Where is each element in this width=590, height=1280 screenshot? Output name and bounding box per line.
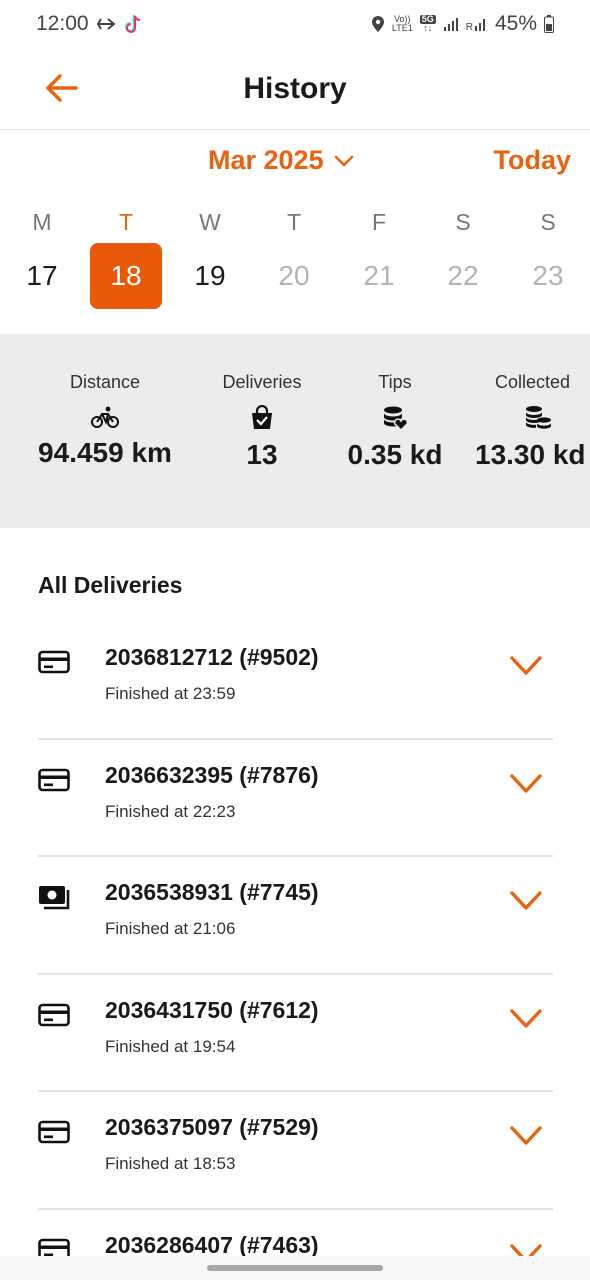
location-icon <box>371 16 384 32</box>
month-selector[interactable]: Mar 2025 <box>208 145 354 176</box>
finished-time: Finished at 18:53 <box>105 1154 236 1174</box>
chevron-down-icon[interactable] <box>509 654 543 678</box>
date-cell-disabled: 23 <box>532 260 564 291</box>
weekday-label: S <box>540 209 556 235</box>
card-icon <box>38 650 70 674</box>
gesture-handle[interactable] <box>207 1265 383 1271</box>
chevron-down-icon[interactable] <box>509 1007 543 1031</box>
weekday-label: T <box>286 209 302 235</box>
date-cell-disabled: 21 <box>363 260 395 291</box>
app-header: History <box>0 48 590 130</box>
section-title: All Deliveries <box>38 572 183 598</box>
cash-icon <box>39 886 70 910</box>
order-id: 2036375097 (#7529) <box>105 1114 319 1141</box>
order-id: 2036812712 (#9502) <box>105 644 319 670</box>
chevron-down-icon[interactable] <box>509 1124 543 1148</box>
delivery-item[interactable]: 2036632395 (#7876) Finished at 22:23 <box>38 740 553 858</box>
chevron-down-icon[interactable] <box>509 772 543 796</box>
delivery-item[interactable]: 2036431750 (#7612) Finished at 19:54 <box>38 975 553 1093</box>
date-row: 17 18 19 20 21 22 23 <box>0 243 590 309</box>
stat-label: Tips <box>378 372 412 392</box>
finished-time: Finished at 21:06 <box>105 919 236 939</box>
order-id: 2036538931 (#7745) <box>105 879 319 906</box>
status-right: Vo)) LTE1 5G ↑↓ R 45% <box>371 12 554 36</box>
month-row: Mar 2025 Today <box>0 145 590 185</box>
month-label: Mar 2025 <box>208 145 324 175</box>
volte-icon: Vo)) LTE1 <box>391 14 413 33</box>
card-icon <box>38 1121 70 1144</box>
stat-value: 0.35 kd <box>347 439 443 470</box>
chevron-down-icon <box>334 155 353 167</box>
gesture-nav-area <box>0 1256 590 1280</box>
order-id: 2036286407 (#7463) <box>105 1231 319 1258</box>
date-cell-disabled: 22 <box>447 260 479 291</box>
coins-heart-icon <box>384 406 409 431</box>
finished-time: Finished at 23:59 <box>105 684 236 703</box>
finished-time: Finished at 22:23 <box>105 801 236 821</box>
finished-time: Finished at 19:54 <box>105 1036 236 1056</box>
order-id: 2036632395 (#7876) <box>105 761 319 788</box>
signal-icon <box>443 18 458 31</box>
chevron-down-icon[interactable] <box>509 889 543 913</box>
delivery-item[interactable]: 2036375097 (#7529) Finished at 18:53 <box>38 1092 553 1210</box>
arrow-left-icon <box>46 74 78 102</box>
delivery-item[interactable]: 2036538931 (#7745) Finished at 21:06 <box>38 857 553 975</box>
stat-label: Distance <box>69 372 141 392</box>
battery-percent: 45% <box>494 12 537 35</box>
date-cell[interactable]: 17 <box>6 243 78 309</box>
card-icon <box>38 1003 70 1027</box>
weekday-label: S <box>455 209 471 235</box>
delivery-list: 2036812712 (#9502) Finished at 23:59 203… <box>38 622 553 1280</box>
card-icon <box>38 768 70 791</box>
date-cell-disabled: 20 <box>278 260 310 291</box>
status-left: 12:00 <box>36 12 141 36</box>
stat-tips: Tips 0.35 kd <box>334 372 456 471</box>
today-button[interactable]: Today <box>493 145 571 176</box>
stat-deliveries: Deliveries 13 <box>202 372 322 471</box>
stat-value: 13.30 kd <box>475 439 586 470</box>
weekday-label: T <box>118 209 134 235</box>
battery-icon <box>544 15 554 33</box>
bicycle-icon <box>91 406 119 428</box>
stat-label: Deliveries <box>222 372 302 392</box>
status-bar: 12:00 Vo)) LTE1 5G ↑↓ R 45% <box>0 0 590 48</box>
stat-distance: Distance 94.459 km <box>20 372 190 469</box>
weekday-label: M <box>32 209 52 235</box>
direction-arrow-icon <box>96 18 116 30</box>
stat-value: 94.459 km <box>38 437 172 468</box>
stat-label: Collected <box>495 372 571 392</box>
tiktok-icon <box>124 15 140 33</box>
week-calendar: Mar 2025 Today M T W T F S S 17 18 19 20… <box>0 131 590 334</box>
weekday-label: W <box>199 209 221 235</box>
weekday-label: F <box>371 209 387 235</box>
roaming-signal-icon: R <box>466 16 488 33</box>
order-id: 2036431750 (#7612) <box>105 996 319 1023</box>
stats-summary: Distance 94.459 km Deliveries 13 Tips 0.… <box>0 334 590 528</box>
weekday-row: M T W T F S S <box>0 205 590 245</box>
page-title: History <box>243 71 347 105</box>
date-cell-selected[interactable]: 18 <box>90 243 162 309</box>
date-cell[interactable]: 19 <box>174 243 246 309</box>
clock: 12:00 <box>36 12 89 35</box>
delivery-item[interactable]: 2036812712 (#9502) Finished at 23:59 <box>38 622 553 740</box>
coins-stack-icon <box>526 406 551 429</box>
stat-value: 13 <box>246 439 278 470</box>
stat-collected: Collected 13.30 kd <box>474 372 590 471</box>
shopping-bag-check-icon <box>252 405 272 429</box>
back-button[interactable] <box>44 70 84 106</box>
5g-icon: 5G ↑↓ <box>419 14 436 33</box>
